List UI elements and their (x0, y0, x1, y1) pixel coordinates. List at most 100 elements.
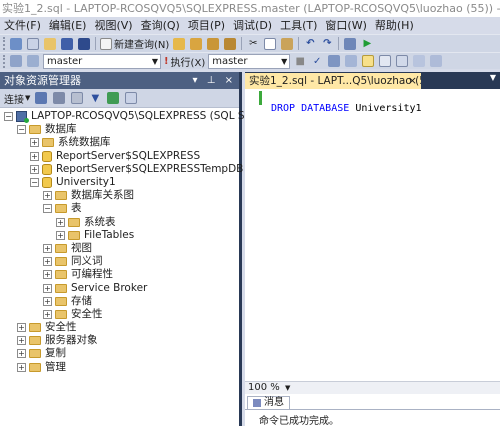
mdx-query-button[interactable] (206, 37, 220, 51)
sql-editor[interactable]: DROP DATABASE University1 (245, 89, 500, 381)
expand-icon[interactable]: + (56, 230, 65, 240)
add-item-icon (27, 37, 39, 50)
paste-button[interactable] (280, 37, 294, 51)
results-to-grid-button[interactable] (378, 54, 392, 68)
tree-node[interactable]: − LAPTOP-RCOSQVQ5\SQLEXPRESS (SQL Server … (0, 110, 289, 124)
save-all-button[interactable] (77, 37, 91, 51)
tree-node[interactable]: + Service Broker (0, 281, 239, 294)
tree-node[interactable]: + 系统表 (0, 216, 239, 229)
toolbar-grip[interactable] (3, 37, 6, 50)
comment-button[interactable] (412, 54, 426, 68)
change-connection-button[interactable] (26, 54, 40, 68)
undo-button[interactable]: ↶ (303, 37, 317, 51)
chevron-down-icon[interactable]: ▼ (490, 73, 496, 82)
expand-icon[interactable]: + (43, 243, 52, 253)
tree-node[interactable]: + 服务器对象 (0, 334, 239, 347)
tree-node[interactable]: − 表 (0, 202, 239, 215)
collapse-icon[interactable]: − (4, 112, 13, 122)
tree-node[interactable]: + 存储 (0, 295, 239, 308)
menu-edit[interactable]: 编辑(E) (45, 17, 91, 34)
tree-node[interactable]: + 管理 (0, 361, 239, 374)
close-icon[interactable]: × (408, 73, 417, 89)
tree-node[interactable]: − 数据库 (0, 123, 239, 136)
menu-debug[interactable]: 调试(D) (229, 17, 276, 34)
connect-button[interactable] (9, 54, 23, 68)
zoom-level[interactable]: 100 % ▼ (245, 381, 500, 394)
tree-node[interactable]: + 视图 (0, 242, 239, 255)
expand-icon[interactable]: + (43, 191, 52, 201)
menu-query[interactable]: 查询(Q) (137, 17, 184, 34)
tree-node[interactable]: + 同义词 (0, 255, 239, 268)
open-file-button[interactable] (43, 37, 57, 51)
tree-node[interactable]: + 系统数据库 (0, 136, 239, 149)
redo-button[interactable]: ↷ (320, 37, 334, 51)
menu-file[interactable]: 文件(F) (0, 17, 45, 34)
panel-controls[interactable]: ▾ ⊥ × (193, 72, 236, 89)
database-selector-2[interactable]: master ▼ (208, 53, 291, 69)
tree-node[interactable]: + 数据库关系图 (0, 189, 239, 202)
expand-icon[interactable]: + (43, 309, 52, 319)
database-selector[interactable]: master ▼ (43, 53, 161, 69)
save-icon (61, 37, 73, 50)
tree-node[interactable]: + FileTables (0, 229, 239, 242)
expand-icon[interactable]: + (43, 296, 52, 306)
cancel-query-button[interactable]: ■ (293, 54, 307, 68)
collapse-icon[interactable]: − (43, 204, 52, 214)
expand-icon[interactable]: + (43, 270, 52, 280)
xmla-query-button[interactable] (223, 37, 237, 51)
disconnect-button[interactable] (52, 91, 66, 105)
expand-icon[interactable]: + (30, 138, 39, 148)
cut-button[interactable]: ✂ (246, 37, 260, 51)
collapse-icon[interactable]: − (30, 178, 39, 188)
menu-project[interactable]: 项目(P) (184, 17, 229, 34)
summary-button[interactable] (124, 91, 138, 105)
execute-button[interactable]: ! 执行(X) (164, 54, 205, 69)
refresh-button[interactable] (106, 91, 120, 105)
toolbar-grip[interactable] (3, 54, 6, 68)
expand-icon[interactable]: + (43, 283, 52, 293)
tree-node[interactable]: + 安全性 (0, 308, 239, 321)
start-debug-button[interactable]: ▶ (360, 37, 374, 51)
results-to-text-button[interactable] (361, 54, 375, 68)
collapse-icon[interactable]: − (17, 125, 26, 135)
results-to-file-button[interactable] (395, 54, 409, 68)
save-button[interactable] (60, 37, 74, 51)
expand-icon[interactable]: + (43, 257, 52, 267)
add-item-button[interactable] (26, 37, 40, 51)
menu-tools[interactable]: 工具(T) (276, 17, 321, 34)
filter-button[interactable]: ▼ (88, 91, 102, 105)
db-engine-query-button[interactable] (172, 37, 186, 51)
stop-button[interactable] (70, 91, 84, 105)
tree-node[interactable]: + 复制 (0, 347, 239, 360)
navigate-backward-button[interactable] (343, 37, 357, 51)
copy-button[interactable] (263, 37, 277, 51)
parse-button[interactable]: ✓ (310, 54, 324, 68)
expand-icon[interactable]: + (17, 349, 26, 359)
expand-icon[interactable]: + (30, 151, 39, 161)
connect-explorer-button[interactable] (34, 91, 48, 105)
folder-icon (55, 191, 67, 201)
object-explorer-panel: 对象资源管理器 ▾ ⊥ × 连接 ▼ ▼ − LAPTOP-RCOSQVQ5\SQ… (0, 72, 289, 426)
new-query-button[interactable]: 新建查询(N) (100, 37, 169, 51)
uncomment-button[interactable] (429, 54, 443, 68)
analysis-query-button[interactable] (189, 37, 203, 51)
expand-icon[interactable]: + (56, 217, 65, 227)
tree-node[interactable]: + 安全性 (0, 321, 239, 334)
expand-icon[interactable]: + (17, 336, 26, 346)
tree-node[interactable]: + 可编程性 (0, 268, 239, 281)
query-designer-button[interactable] (344, 54, 358, 68)
tree-node[interactable]: + ReportServer$SQLEXPRESSTempDB (0, 163, 243, 176)
tree-node[interactable]: − University1 (0, 176, 239, 189)
menu-window[interactable]: 窗口(W) (321, 17, 370, 34)
menu-help[interactable]: 帮助(H) (371, 17, 418, 34)
menu-view[interactable]: 视图(V) (90, 17, 136, 34)
tree-node[interactable]: + ReportServer$SQLEXPRESS (0, 150, 239, 163)
connect-dropdown-button[interactable]: 连接 ▼ (4, 91, 30, 106)
expand-icon[interactable]: + (17, 362, 26, 372)
new-project-button[interactable] (9, 37, 23, 51)
expand-icon[interactable]: + (30, 164, 39, 174)
query-editor-tab[interactable]: 实验1_2.sql - LAPT...Q5\luozhao (55)) × (245, 73, 421, 89)
expand-icon[interactable]: + (17, 323, 26, 333)
display-plan-button[interactable] (327, 54, 341, 68)
messages-tab[interactable]: 消息 (247, 396, 290, 409)
